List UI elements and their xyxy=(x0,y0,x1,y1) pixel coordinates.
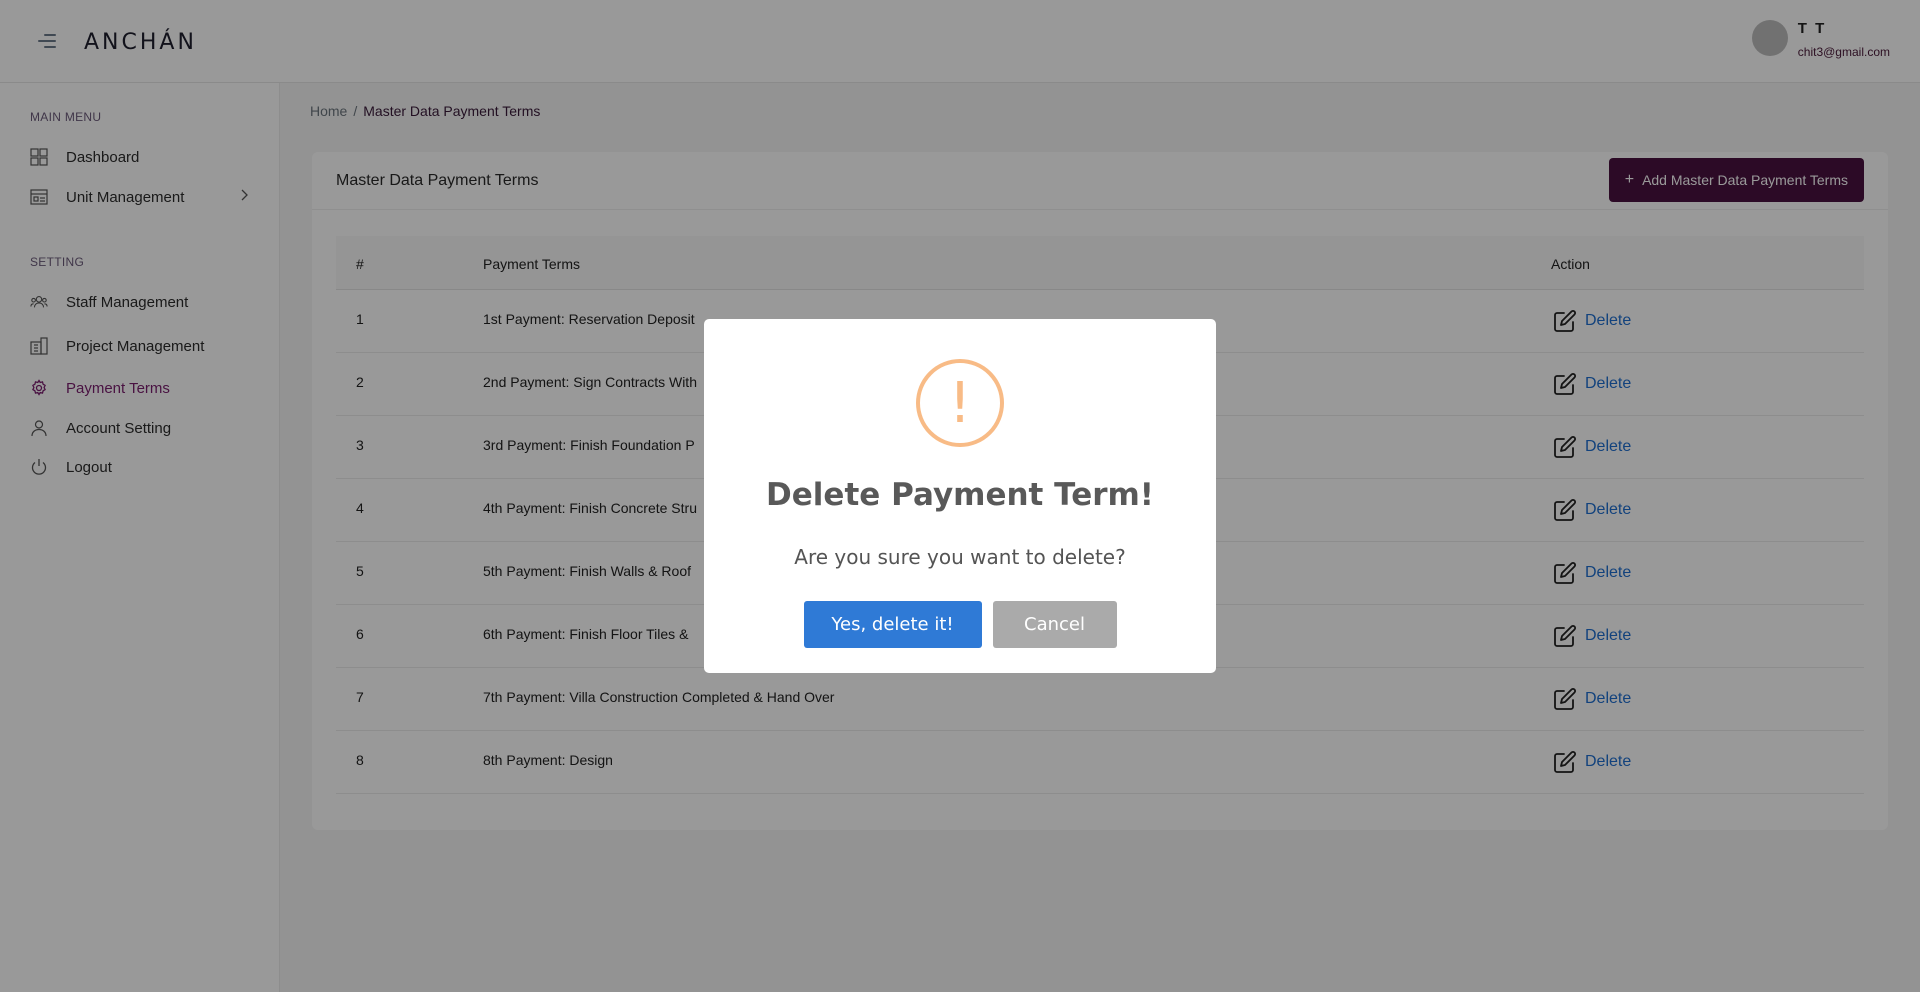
dialog-title: Delete Payment Term! xyxy=(766,477,1154,513)
dialog-message: Are you sure you want to delete? xyxy=(794,545,1126,569)
cancel-button[interactable]: Cancel xyxy=(992,601,1117,648)
delete-confirm-dialog: ! Delete Payment Term! Are you sure you … xyxy=(704,319,1216,673)
warning-icon: ! xyxy=(916,359,1004,447)
dialog-actions: Yes, delete it! Cancel xyxy=(704,601,1216,648)
confirm-delete-button[interactable]: Yes, delete it! xyxy=(803,601,982,648)
